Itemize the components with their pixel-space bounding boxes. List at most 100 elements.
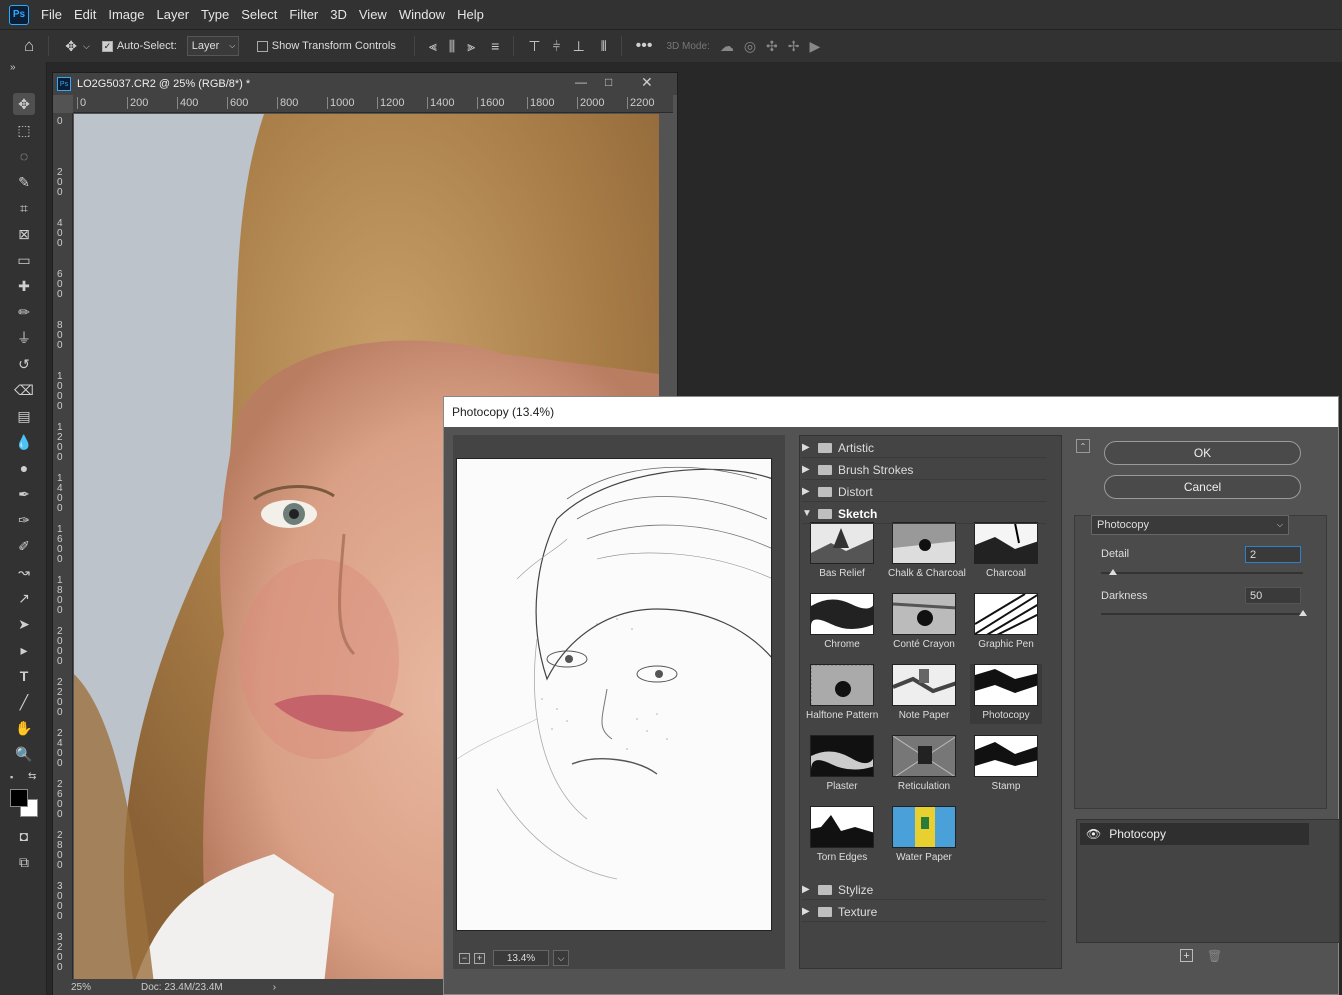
filter-thumb-charcoal[interactable]: Charcoal	[970, 522, 1042, 582]
menu-view[interactable]: View	[353, 7, 393, 22]
type-tool-icon[interactable]: T	[13, 665, 35, 687]
path-select-icon[interactable]: ➤	[13, 613, 35, 635]
chevron-down-icon[interactable]: ⌵	[553, 950, 569, 966]
lasso-tool-icon[interactable]: ◌	[13, 145, 35, 167]
darkness-slider[interactable]	[1101, 613, 1303, 615]
filter-category-sketch[interactable]: ▼ Sketch	[802, 504, 1046, 524]
filter-thumb-cont-crayon[interactable]: Conté Crayon	[888, 593, 960, 653]
minimize-icon[interactable]: —	[575, 75, 587, 89]
3d-pan-icon[interactable]: ✣	[766, 38, 778, 55]
filter-select[interactable]: Photocopy ⌵	[1091, 515, 1289, 535]
menu-filter[interactable]: Filter	[283, 7, 324, 22]
filter-category-artistic[interactable]: ▶ Artistic	[802, 438, 1046, 458]
close-icon[interactable]: ✕	[641, 74, 653, 91]
brush-tool-icon[interactable]: ✏	[13, 301, 35, 323]
line-tool-icon[interactable]: ╱	[13, 691, 35, 713]
menu-image[interactable]: Image	[102, 7, 150, 22]
foreground-color-swatch[interactable]	[10, 789, 28, 807]
filter-thumb-chrome[interactable]: Chrome	[806, 593, 878, 653]
filter-category-stylize[interactable]: ▶ Stylize	[802, 880, 1046, 900]
menu-3d[interactable]: 3D	[324, 7, 353, 22]
home-icon[interactable]: ⌂	[24, 36, 34, 56]
align-middle-icon[interactable]: ≡	[491, 38, 499, 54]
anchor-point-icon[interactable]: ↝	[13, 561, 35, 583]
gradient-tool-icon[interactable]: ▤	[13, 405, 35, 427]
dodge-tool-icon[interactable]: ●	[13, 457, 35, 479]
default-colors-icon[interactable]: ▪	[10, 772, 13, 782]
eraser-tool-icon[interactable]: ⌫	[13, 379, 35, 401]
align-center-icon[interactable]: ⫼	[449, 38, 455, 55]
screen-mode-icon[interactable]: ⧉	[13, 851, 35, 873]
crop-tool-icon[interactable]: ⌗	[13, 197, 35, 219]
filter-thumb-chalk-charcoal[interactable]: Chalk & Charcoal	[888, 522, 966, 582]
3d-orbit-icon[interactable]: ☁	[720, 38, 734, 55]
menu-edit[interactable]: Edit	[68, 7, 102, 22]
zoom-level[interactable]: 25%	[71, 982, 91, 993]
3d-roll-icon[interactable]: ◎	[744, 38, 756, 55]
darkness-input[interactable]: 50	[1245, 587, 1301, 604]
align-left-icon[interactable]: ⫷	[429, 38, 437, 55]
new-effect-layer-icon[interactable]: +	[1180, 949, 1193, 962]
filter-category-texture[interactable]: ▶ Texture	[802, 902, 1046, 922]
menu-window[interactable]: Window	[393, 7, 451, 22]
preview-zoom-value[interactable]: 13.4%	[493, 950, 549, 966]
menu-help[interactable]: Help	[451, 7, 490, 22]
ruler-tool-icon[interactable]: ▭	[13, 249, 35, 271]
move-tool-icon[interactable]: ✥	[13, 93, 35, 115]
quick-select-tool-icon[interactable]: ✎	[13, 171, 35, 193]
filter-thumb-water-paper[interactable]: Water Paper	[888, 806, 960, 866]
menu-type[interactable]: Type	[195, 7, 235, 22]
distribute-icon[interactable]: ⫴	[601, 38, 607, 55]
menu-file[interactable]: File	[35, 7, 68, 22]
darkness-slider-handle[interactable]	[1299, 610, 1307, 616]
delete-effect-layer-icon[interactable]: 🗑	[1207, 949, 1222, 963]
align-bottom-icon[interactable]: ⊥	[573, 38, 585, 55]
filter-thumb-halftone-pattern[interactable]: Halftone Pattern	[806, 664, 878, 724]
filter-thumb-plaster[interactable]: Plaster	[806, 735, 878, 795]
effect-layer-row[interactable]: 👁 Photocopy	[1080, 823, 1309, 845]
zoom-out-button[interactable]: −	[459, 952, 470, 964]
align-right-icon[interactable]: ⫸	[467, 38, 475, 55]
frame-tool-icon[interactable]: ⊠	[13, 223, 35, 245]
filter-thumb-stamp[interactable]: Stamp	[970, 735, 1042, 795]
filter-category-brush-strokes[interactable]: ▶ Brush Strokes	[802, 460, 1046, 480]
blur-tool-icon[interactable]: 💧	[13, 431, 35, 453]
quick-mask-icon[interactable]: ◘	[13, 825, 35, 847]
filter-thumb-reticulation[interactable]: Reticulation	[888, 735, 960, 795]
marquee-tool-icon[interactable]: ⬚	[13, 119, 35, 141]
align-vcenter-icon[interactable]: ⫩	[553, 38, 561, 55]
3d-slide-icon[interactable]: ✢	[788, 38, 800, 55]
menu-select[interactable]: Select	[235, 7, 283, 22]
filter-category-distort[interactable]: ▶ Distort	[802, 482, 1046, 502]
align-top-icon[interactable]: ⊤	[528, 38, 540, 55]
detail-slider-handle[interactable]	[1109, 569, 1118, 575]
detail-slider[interactable]	[1101, 572, 1303, 574]
maximize-icon[interactable]: □	[605, 75, 612, 89]
stamp-tool-icon[interactable]: ⏚	[13, 327, 35, 349]
collapse-gallery-icon[interactable]: ⌃	[1076, 439, 1090, 453]
zoom-in-button[interactable]: +	[474, 952, 485, 964]
freeform-pen-icon[interactable]: ✑	[13, 509, 35, 531]
auto-select-target-select[interactable]: Layer ⌵	[186, 36, 239, 56]
collapse-icon[interactable]: »	[10, 62, 16, 73]
move-tool-icon[interactable]: ✥	[65, 38, 77, 55]
eye-icon[interactable]: 👁	[1086, 827, 1101, 841]
filter-thumb-torn-edges[interactable]: Torn Edges	[806, 806, 878, 866]
filter-thumb-photocopy[interactable]: Photocopy	[970, 664, 1042, 724]
more-options-icon[interactable]: •••	[636, 37, 653, 55]
chevron-right-icon[interactable]: ›	[273, 982, 276, 993]
curvature-pen-icon[interactable]: ✐	[13, 535, 35, 557]
ok-button[interactable]: OK	[1104, 441, 1301, 465]
3d-camera-icon[interactable]: ▶	[810, 38, 821, 55]
detail-input[interactable]: 2	[1245, 546, 1301, 563]
filter-thumb-bas-relief[interactable]: Bas Relief	[806, 522, 878, 582]
cancel-button[interactable]: Cancel	[1104, 475, 1301, 499]
history-brush-icon[interactable]: ↺	[13, 353, 35, 375]
menu-layer[interactable]: Layer	[151, 7, 196, 22]
pen-tool-icon[interactable]: ✒	[13, 483, 35, 505]
direct-select-icon[interactable]: ▸	[13, 639, 35, 661]
chevron-down-icon[interactable]: ⌵	[83, 41, 90, 52]
auto-select-checkbox[interactable]: ✓	[101, 40, 113, 52]
filter-thumb-note-paper[interactable]: Note Paper	[888, 664, 960, 724]
filter-preview[interactable]	[456, 458, 772, 931]
